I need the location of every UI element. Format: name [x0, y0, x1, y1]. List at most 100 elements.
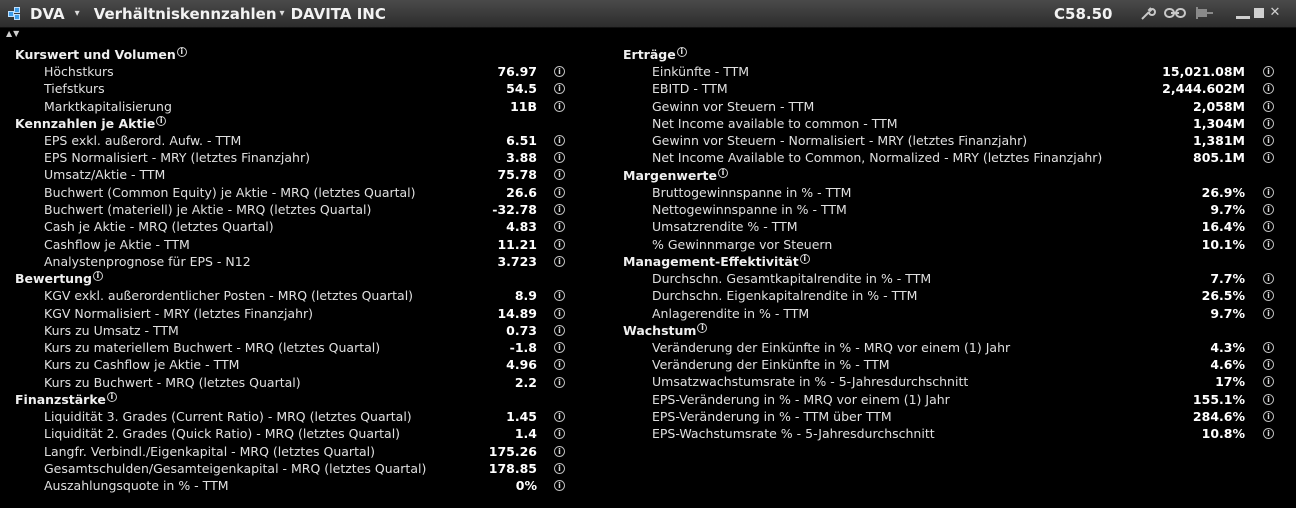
info-icon[interactable]: i [1263, 100, 1274, 112]
info-icon[interactable]: i [106, 392, 117, 403]
close-icon[interactable]: ✕ [1268, 6, 1282, 19]
info-icon[interactable]: i [1263, 290, 1274, 302]
metric-row: EPS-Veränderung in % - TTM über TTM 284.6… [623, 408, 1283, 425]
info-icon[interactable]: i [554, 83, 565, 95]
metric-row: Buchwert (Common Equity) je Aktie - MRQ … [15, 184, 575, 201]
info-icon[interactable]: i [554, 255, 565, 267]
info-icon[interactable]: i [554, 186, 565, 198]
wrench-icon[interactable] [1140, 5, 1156, 25]
metric-label: Einkünfte - TTM [652, 64, 750, 79]
info-icon[interactable]: i [554, 411, 565, 423]
metric-row: Umsatzwachstumsrate in % - 5-Jahresdurch… [623, 373, 1283, 390]
metric-label: Höchstkurs [44, 64, 114, 79]
info-icon[interactable]: i [554, 152, 565, 164]
info-icon[interactable]: i [1263, 272, 1274, 284]
metric-value: 0.73 [506, 322, 537, 338]
metric-row: Kurs zu Cashflow je Aktie - TTM 4.96 i [15, 356, 575, 373]
metric-label: Cash je Aktie - MRQ (letztes Quartal) [44, 219, 274, 235]
info-icon[interactable]: i [554, 204, 565, 216]
info-icon[interactable]: i [176, 47, 187, 57]
link-icon[interactable] [1164, 6, 1186, 24]
info-icon[interactable]: i [1263, 238, 1274, 250]
info-icon[interactable]: i [554, 342, 565, 354]
info-icon[interactable]: i [1263, 428, 1274, 440]
metric-row: Cashflow je Aktie - TTM 11.21 i [15, 236, 575, 253]
info-icon[interactable]: i [554, 238, 565, 250]
maximize-icon[interactable] [1254, 8, 1264, 18]
info-icon[interactable]: i [92, 271, 103, 282]
metric-value: 16.4% [1201, 219, 1245, 235]
info-icon[interactable]: i [1263, 186, 1274, 198]
metric-value: 4.6% [1210, 357, 1245, 373]
info-icon[interactable]: i [1263, 83, 1274, 95]
section-title-bewertung: Bewertung i [15, 270, 575, 287]
info-icon[interactable]: i [554, 307, 565, 319]
section-title-text: Kennzahlen je Aktie [15, 115, 156, 131]
info-icon[interactable]: i [718, 167, 729, 178]
info-icon[interactable]: i [1263, 66, 1274, 77]
metric-row: Analystenprognose für EPS - N12 3.723 i [15, 253, 575, 270]
info-icon[interactable]: i [554, 376, 565, 388]
price-label: C58.50 [1054, 5, 1113, 23]
title-bar-tools [1140, 5, 1214, 25]
info-icon[interactable]: i [554, 169, 565, 181]
metric-label: Auszahlungsquote in % - TTM [44, 478, 229, 494]
sort-arrows[interactable]: ▲▼ [6, 29, 20, 38]
metric-row: Kurs zu Buchwert - MRQ (letztes Quartal)… [15, 374, 575, 391]
info-icon[interactable]: i [554, 324, 565, 336]
metric-label: Gesamtschulden/Gesamteigenkapital - MRQ … [44, 460, 427, 476]
title-bar: DVA ▾ Verhältniskennzahlen ▾ DAVITA INC … [0, 0, 1296, 28]
info-icon[interactable]: i [554, 134, 565, 146]
metric-value: 805.1M [1193, 150, 1245, 166]
info-icon[interactable]: i [554, 221, 565, 233]
info-icon[interactable]: i [1263, 221, 1274, 233]
info-icon[interactable]: i [1263, 135, 1274, 147]
metric-value: 3.88 [506, 150, 537, 166]
info-icon[interactable]: i [1263, 117, 1274, 129]
info-icon[interactable]: i [554, 445, 565, 457]
metric-value: 10.8% [1201, 426, 1245, 442]
info-icon[interactable]: i [554, 462, 565, 474]
info-icon[interactable]: i [554, 290, 565, 302]
info-icon[interactable]: i [1263, 393, 1274, 405]
info-icon[interactable]: i [799, 253, 810, 264]
metric-label: Umsatzrendite % - TTM [652, 219, 798, 235]
info-icon[interactable]: i [1263, 359, 1274, 371]
metric-row: Anlagerendite in % - TTM 9.7% i [623, 305, 1283, 322]
metric-row: Gewinn vor Steuern - TTM 2,058M i [623, 98, 1283, 115]
metric-value: 175.26 [488, 443, 537, 459]
section-title-text: Management-Effektivität [623, 253, 799, 269]
metric-label: Net Income available to common - TTM [652, 115, 898, 131]
metric-label: Durchschn. Eigenkapitalrendite in % - TT… [652, 288, 918, 304]
metric-row: Durchschn. Eigenkapitalrendite in % - TT… [623, 287, 1283, 304]
view-title[interactable]: Verhältniskennzahlen [94, 5, 277, 23]
metric-row: Veränderung der Einkünfte in % - TTM 4.6%… [623, 356, 1283, 373]
info-icon[interactable]: i [1263, 341, 1274, 353]
view-dropdown-icon[interactable]: ▾ [280, 8, 285, 19]
info-icon[interactable]: i [156, 115, 167, 126]
symbol-dropdown-icon[interactable]: ▾ [75, 8, 80, 19]
metric-label: EPS-Veränderung in % - MRQ vor einem (1)… [652, 391, 950, 407]
metric-label: Bruttogewinnspanne in % - TTM [652, 184, 852, 200]
info-icon[interactable]: i [554, 480, 565, 492]
info-icon[interactable]: i [697, 322, 708, 333]
info-icon[interactable]: i [1263, 307, 1274, 319]
info-icon[interactable]: i [554, 359, 565, 371]
pin-icon[interactable] [1194, 6, 1214, 24]
info-icon[interactable]: i [554, 428, 565, 440]
metric-label: Gewinn vor Steuern - TTM [652, 98, 815, 114]
metric-label: Liquidität 2. Grades (Quick Ratio) - MRQ… [44, 426, 401, 442]
symbol-label[interactable]: DVA [30, 5, 65, 23]
info-icon[interactable]: i [554, 66, 565, 77]
info-icon[interactable]: i [554, 100, 565, 112]
section-title-margenwerte: Margenwerte i [623, 167, 1283, 184]
info-icon[interactable]: i [1263, 376, 1274, 388]
metric-row: Kurs zu Umsatz - TTM 0.73 i [15, 322, 575, 339]
info-icon[interactable]: i [676, 47, 687, 57]
info-icon[interactable]: i [1263, 411, 1274, 423]
minimize-icon[interactable] [1236, 7, 1250, 19]
metric-value: 3.723 [497, 253, 537, 269]
metric-label: Buchwert (materiell) je Aktie - MRQ (let… [44, 202, 372, 218]
info-icon[interactable]: i [1263, 204, 1274, 216]
info-icon[interactable]: i [1263, 152, 1274, 164]
